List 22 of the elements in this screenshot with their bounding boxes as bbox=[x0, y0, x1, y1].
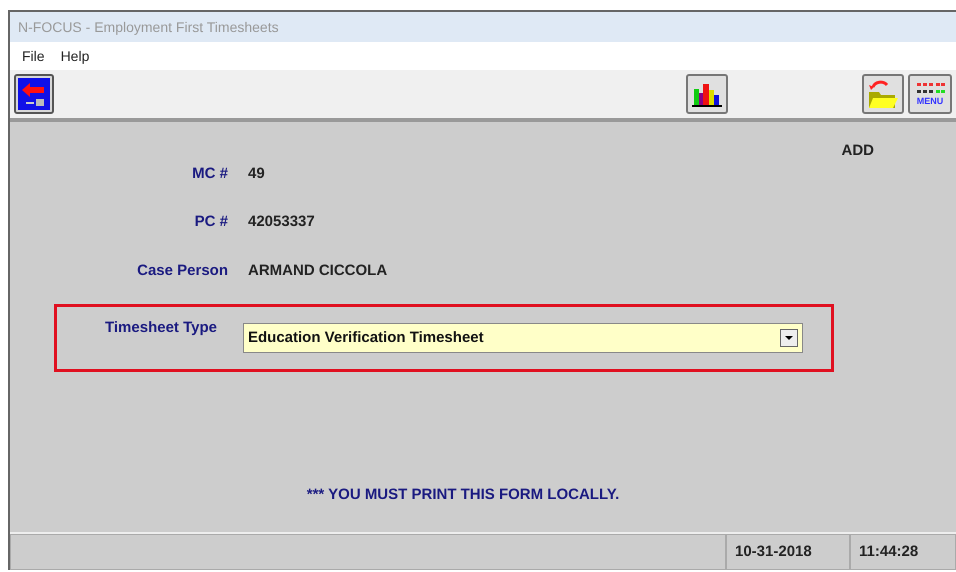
dots-icon bbox=[915, 82, 945, 94]
status-time: 11:44:28 bbox=[850, 534, 956, 570]
bar-chart-icon bbox=[692, 81, 722, 107]
field-label: Timesheet Type bbox=[104, 318, 217, 338]
field-label: Case Person bbox=[136, 260, 228, 280]
open-folder-button[interactable] bbox=[862, 74, 904, 114]
chart-button[interactable] bbox=[686, 74, 728, 114]
menu-item[interactable]: File bbox=[22, 46, 45, 66]
menu-button[interactable]: MENU bbox=[908, 74, 952, 114]
status-date: 10-31-2018 bbox=[726, 534, 850, 570]
menu-item[interactable]: Help bbox=[60, 46, 90, 66]
timesheet-type-dropdown[interactable]: Education Verification Timesheet bbox=[243, 323, 803, 353]
notice-text: *** YOU MUST PRINT THIS FORM LOCALLY. bbox=[306, 484, 620, 504]
field-label: MC # bbox=[191, 164, 228, 184]
mode-label: ADD bbox=[842, 141, 874, 161]
field-value: 42053337 bbox=[248, 212, 315, 232]
field-value: ARMAND CICCOLA bbox=[248, 260, 388, 280]
field-value: 49 bbox=[248, 164, 265, 184]
folder-icon bbox=[867, 79, 899, 109]
window-title: N-FOCUS - Employment First Timesheets bbox=[18, 18, 279, 37]
field-label: PC # bbox=[194, 212, 228, 232]
exit-button[interactable] bbox=[14, 74, 54, 114]
